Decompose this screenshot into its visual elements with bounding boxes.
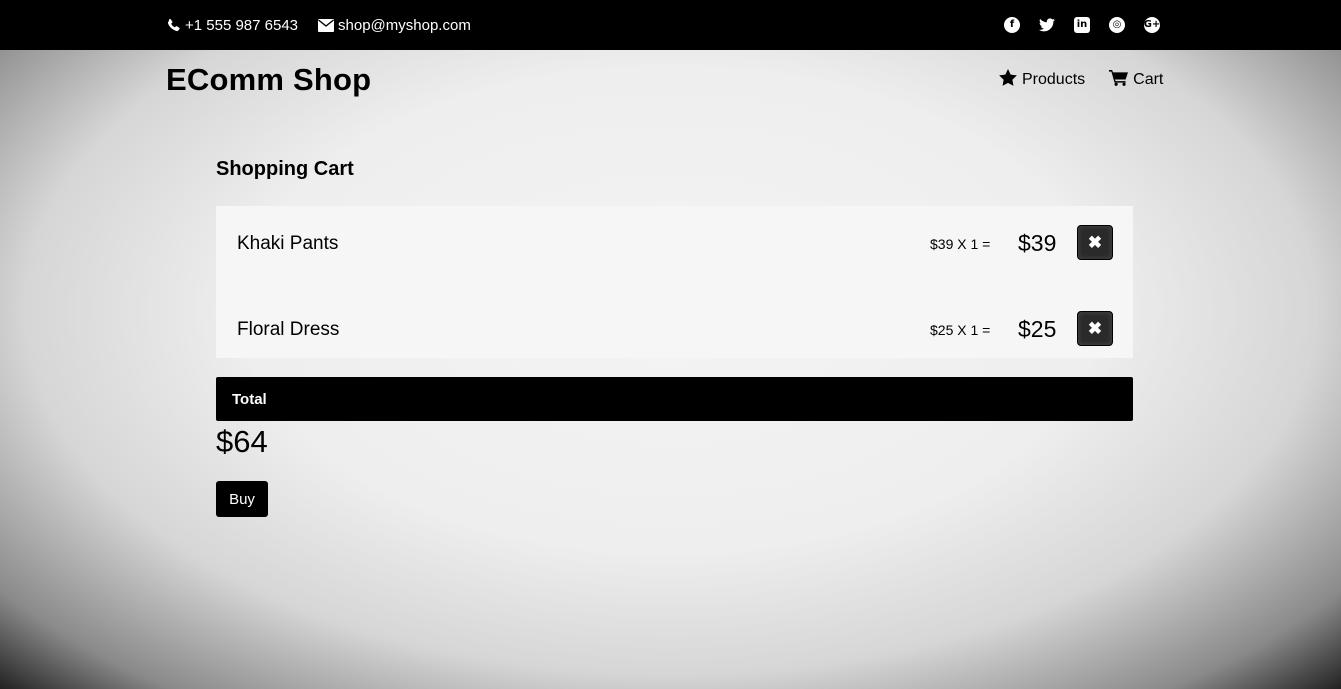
phone-icon — [166, 18, 181, 33]
email-address[interactable]: shop@myshop.com — [338, 17, 471, 34]
item-price-calc: $25 X 1 = — [930, 322, 991, 338]
remove-item-button[interactable]: ✖ — [1077, 225, 1113, 260]
linkedin-icon[interactable]: in — [1074, 17, 1090, 33]
item-subtotal: $39 — [1018, 230, 1057, 256]
contact-info: +1 555 987 6543 shop@myshop.com — [166, 0, 471, 50]
item-name: Khaki Pants — [237, 233, 339, 254]
email-contact: shop@myshop.com — [318, 17, 471, 34]
close-icon: ✖ — [1087, 318, 1103, 338]
cart-item-list: Khaki Pants $39 X 1 = $39 ✖ Floral Dress… — [216, 206, 1133, 358]
total-header: Total — [216, 377, 1133, 421]
dribbble-icon[interactable]: ◎ — [1109, 17, 1125, 33]
nav-cart-label: Cart — [1133, 71, 1164, 88]
phone-contact: +1 555 987 6543 — [166, 17, 298, 34]
cart-icon — [1109, 69, 1129, 91]
remove-item-button[interactable]: ✖ — [1077, 311, 1113, 346]
main-nav: Products Cart — [999, 68, 1163, 92]
envelope-icon — [318, 18, 335, 32]
star-icon — [999, 69, 1017, 91]
top-bar: +1 555 987 6543 shop@myshop.com f in ◎ G… — [0, 0, 1341, 50]
twitter-icon[interactable] — [1039, 17, 1055, 33]
item-name: Floral Dress — [237, 319, 340, 340]
facebook-icon[interactable]: f — [1004, 17, 1020, 33]
nav-products[interactable]: Products — [999, 69, 1085, 91]
nav-cart[interactable]: Cart — [1109, 69, 1163, 91]
item-subtotal: $25 — [1018, 316, 1057, 342]
nav-products-label: Products — [1022, 71, 1086, 88]
social-links: f in ◎ G+ — [1004, 0, 1160, 50]
page-title: Shopping Cart — [216, 158, 354, 180]
item-price-calc: $39 X 1 = — [930, 236, 991, 252]
google-plus-icon[interactable]: G+ — [1144, 17, 1160, 33]
total-amount: $64 — [216, 424, 268, 459]
cart-item: Floral Dress $25 X 1 = $25 ✖ — [216, 292, 1133, 368]
phone-number[interactable]: +1 555 987 6543 — [185, 17, 298, 34]
close-icon: ✖ — [1087, 232, 1103, 252]
brand-logo[interactable]: EComm Shop — [166, 62, 371, 98]
buy-button[interactable]: Buy — [216, 481, 268, 517]
total-label: Total — [232, 391, 267, 408]
cart-item: Khaki Pants $39 X 1 = $39 ✖ — [216, 206, 1133, 282]
